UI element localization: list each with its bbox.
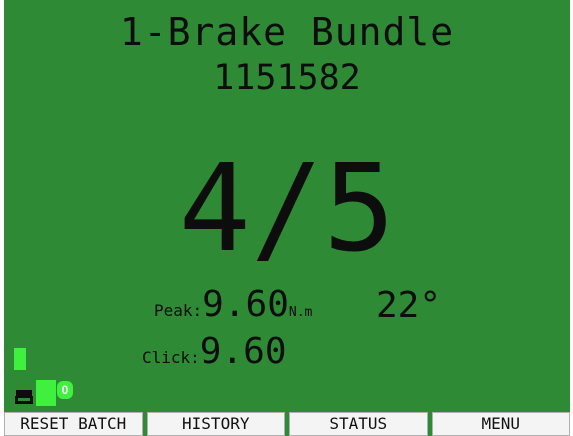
reset-batch-button[interactable]: RESET BATCH (4, 412, 143, 436)
click-value: 9.60 (199, 331, 287, 372)
batch-count: 4/5 (178, 140, 396, 279)
status-badge: 0 (57, 381, 73, 399)
angle-value: 22° (376, 285, 442, 326)
menu-button[interactable]: MENU (431, 412, 570, 436)
status-button[interactable]: STATUS (289, 412, 428, 436)
click-label: Click: (142, 348, 200, 367)
signal-indicator-icon (14, 348, 26, 370)
status-indicator (36, 380, 56, 406)
peak-value: 9.60 (202, 284, 289, 325)
job-title: 1-Brake Bundle (119, 10, 455, 54)
job-code: 1151582 (213, 58, 361, 98)
peak-row: Peak:9.60N.m (154, 284, 312, 325)
battery-icon (15, 390, 33, 404)
history-button[interactable]: HISTORY (146, 412, 285, 436)
device-screen: 1-Brake Bundle 1151582 4/5 Peak:9.60N.m … (4, 0, 570, 436)
peak-unit: N.m (288, 305, 313, 320)
peak-label: Peak: (154, 301, 203, 320)
click-row: Click:9.60 (142, 331, 287, 372)
softkey-bar: RESET BATCH HISTORY STATUS MENU (4, 412, 570, 436)
